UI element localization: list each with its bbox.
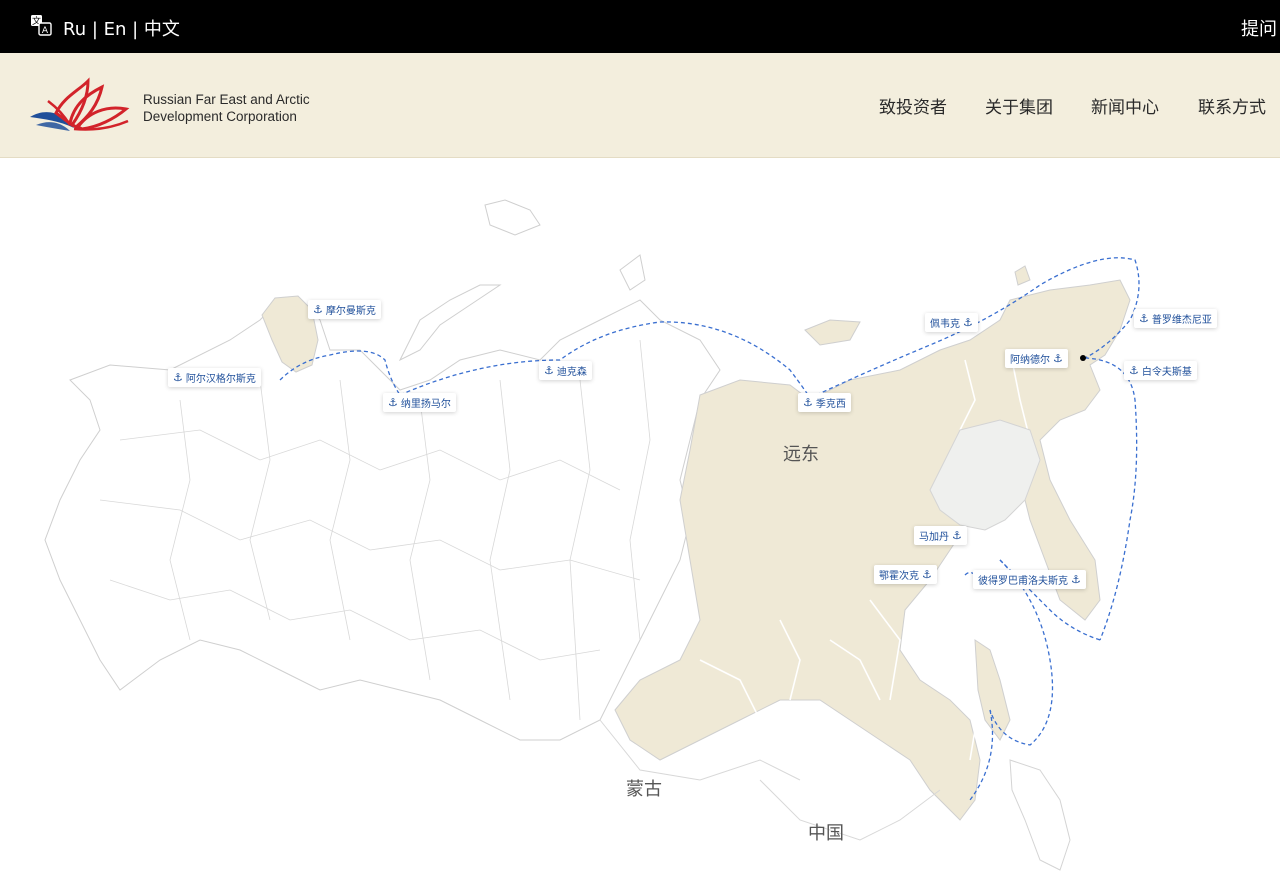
port-dikson[interactable]: ⚓ 迪克森 xyxy=(539,361,592,380)
novaya-zemlya-island xyxy=(398,284,502,362)
anchor-icon: ⚓ xyxy=(173,371,183,384)
translate-icon[interactable]: 文 A xyxy=(30,14,52,36)
anchor-icon: ⚓ xyxy=(1071,573,1081,586)
logo-text: Russian Far East and Arctic Development … xyxy=(143,91,310,125)
port-label: 鄂霍次克 xyxy=(879,571,919,582)
port-okhotsk[interactable]: 鄂霍次克 ⚓ xyxy=(874,565,937,584)
anchor-icon: ⚓ xyxy=(1139,312,1149,325)
port-provideniya[interactable]: ⚓ 普罗维杰尼亚 xyxy=(1134,309,1217,328)
japan-islands xyxy=(1009,759,1071,871)
lang-separator: | xyxy=(126,19,144,40)
anchor-icon: ⚓ xyxy=(388,396,398,409)
port-magadan[interactable]: 马加丹 ⚓ xyxy=(914,526,967,545)
wrangel-island xyxy=(1014,265,1031,286)
port-label: 季克西 xyxy=(815,399,846,410)
anchor-icon: ⚓ xyxy=(963,316,973,329)
port-anadyr[interactable]: 阿纳德尔 ⚓ xyxy=(1005,349,1068,368)
china-border xyxy=(759,779,941,841)
anadyr-marker[interactable] xyxy=(1080,355,1086,361)
port-label: 摩尔曼斯克 xyxy=(325,306,376,317)
taimyr-islands xyxy=(619,254,646,291)
nav-about-group[interactable]: 关于集团 xyxy=(985,93,1053,118)
region-label-china: 中国 xyxy=(808,823,844,844)
ask-question-link[interactable]: 提问 xyxy=(1241,15,1277,41)
port-label: 迪克森 xyxy=(556,367,587,378)
corporation-logo-icon[interactable] xyxy=(26,73,132,137)
port-murmansk[interactable]: ⚓ 摩尔曼斯克 xyxy=(308,300,381,319)
region-label-mongolia: 蒙古 xyxy=(626,779,662,800)
port-label: 马加丹 xyxy=(919,532,949,543)
lang-zh-link[interactable]: 中文 xyxy=(144,19,180,40)
logo-line-2: Development Corporation xyxy=(143,109,297,124)
anchor-icon: ⚓ xyxy=(313,303,323,316)
svg-text:A: A xyxy=(42,26,49,36)
lang-en-link[interactable]: En xyxy=(104,19,127,40)
lang-ru-link[interactable]: Ru xyxy=(63,19,86,40)
anchor-icon: ⚓ xyxy=(544,364,554,377)
nav-news-center[interactable]: 新闻中心 xyxy=(1091,93,1159,118)
franz-josef-islands xyxy=(484,199,541,236)
port-label: 阿尔汉格尔斯克 xyxy=(185,374,256,385)
anchor-icon: ⚓ xyxy=(1129,364,1139,377)
logo-line-1: Russian Far East and Arctic xyxy=(143,92,310,107)
port-petropavlovsk[interactable]: 彼得罗巴甫洛夫斯克 ⚓ xyxy=(973,570,1086,589)
new-siberian-islands xyxy=(804,319,861,346)
port-label: 佩韦克 xyxy=(930,319,960,330)
region-label-far-east: 远东 xyxy=(783,444,819,465)
map-area: ⚓ 摩尔曼斯克 ⚓ 阿尔汉格尔斯克 ⚓ 纳里扬马尔 ⚓ 迪克森 ⚓ 季克西 佩韦… xyxy=(0,158,1280,887)
port-beringovsky[interactable]: ⚓ 白令夫斯基 xyxy=(1124,361,1197,380)
top-bar: 文 A Ru | En | 中文 提问 xyxy=(0,0,1280,53)
anchor-icon: ⚓ xyxy=(922,568,932,581)
port-label: 彼得罗巴甫洛夫斯克 xyxy=(978,576,1068,587)
port-label: 普罗维杰尼亚 xyxy=(1151,315,1212,326)
port-naryan-mar[interactable]: ⚓ 纳里扬马尔 xyxy=(383,393,456,412)
anchor-icon: ⚓ xyxy=(803,396,813,409)
western-russia-region[interactable] xyxy=(44,299,721,741)
anchor-icon: ⚓ xyxy=(952,529,962,542)
port-label: 阿纳德尔 xyxy=(1010,355,1050,366)
port-tiksi[interactable]: ⚓ 季克西 xyxy=(798,393,851,412)
nav-contacts[interactable]: 联系方式 xyxy=(1198,93,1266,118)
language-switcher: Ru | En | 中文 xyxy=(63,15,180,41)
site-header: Russian Far East and Arctic Development … xyxy=(0,53,1280,158)
anchor-icon: ⚓ xyxy=(1053,352,1063,365)
port-arkhangelsk[interactable]: ⚓ 阿尔汉格尔斯克 xyxy=(168,368,261,387)
nav-investors[interactable]: 致投资者 xyxy=(879,93,947,118)
lang-separator: | xyxy=(86,19,104,40)
port-pevek[interactable]: 佩韦克 ⚓ xyxy=(925,313,978,332)
port-label: 纳里扬马尔 xyxy=(400,399,451,410)
port-label: 白令夫斯基 xyxy=(1141,367,1192,378)
